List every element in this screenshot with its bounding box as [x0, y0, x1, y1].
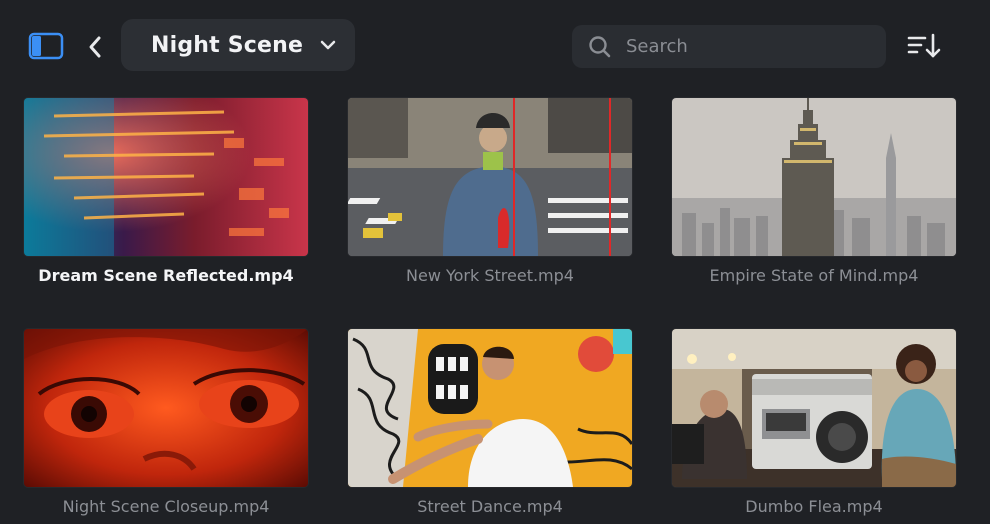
back-button[interactable] — [84, 33, 106, 61]
video-card[interactable]: Empire State of Mind.mp4 — [672, 98, 956, 285]
chevron-left-icon — [89, 36, 101, 58]
video-card[interactable]: Dream Scene Reflected.mp4 — [24, 98, 308, 285]
sort-button[interactable] — [904, 30, 944, 62]
video-card[interactable]: New York Street.mp4 — [348, 98, 632, 285]
video-thumbnail[interactable] — [24, 98, 308, 256]
video-card[interactable]: Dumbo Flea.mp4 — [672, 329, 956, 516]
video-title: Dream Scene Reflected.mp4 — [38, 266, 294, 285]
video-thumbnail[interactable] — [672, 98, 956, 256]
sidebar-toggle-icon[interactable] — [28, 31, 64, 61]
video-thumbnail[interactable] — [348, 98, 632, 256]
chevron-down-icon — [320, 40, 336, 50]
video-thumbnail[interactable] — [672, 329, 956, 487]
video-thumbnail[interactable] — [348, 329, 632, 487]
video-title: Street Dance.mp4 — [417, 497, 563, 516]
video-title: Dumbo Flea.mp4 — [745, 497, 883, 516]
top-toolbar: Night Scene — [0, 0, 990, 90]
video-thumbnail[interactable] — [24, 329, 308, 487]
video-title: Empire State of Mind.mp4 — [709, 266, 919, 285]
video-card[interactable]: Night Scene Closeup.mp4 — [24, 329, 308, 516]
search-box[interactable] — [572, 25, 886, 68]
collection-dropdown[interactable]: Night Scene — [121, 19, 355, 71]
video-title: New York Street.mp4 — [406, 266, 574, 285]
search-input[interactable] — [624, 35, 868, 58]
search-icon — [589, 35, 611, 57]
sort-descending-icon — [907, 33, 941, 58]
video-card[interactable]: Street Dance.mp4 — [348, 329, 632, 516]
collection-title: Night Scene — [151, 32, 304, 58]
video-title: Night Scene Closeup.mp4 — [62, 497, 270, 516]
